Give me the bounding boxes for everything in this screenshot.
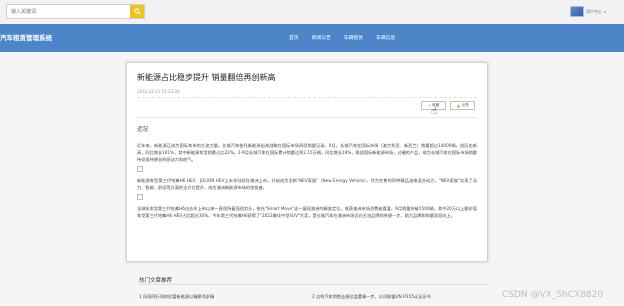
nav-vehicles[interactable]: 车辆信息 [376,34,395,41]
search-input[interactable] [7,5,130,18]
article-paragraph: 全球化车型第三代哈弗H6自去年上市以来一直保持着强劲势头，依托"Smart Mo… [137,206,477,218]
site-logo[interactable]: 汽车租赁管理系统 [0,32,52,42]
search-icon [133,8,141,15]
divider [137,97,477,98]
hand-cursor-icon: ☝ [431,106,438,117]
nav-home[interactable]: 首页 [289,34,299,41]
article-date: 2022-12-11 15:23:30 [137,89,180,94]
article-card: 新能源占比稳步提升 销量翻倍再创新高 2022-12-11 15:23:30 ☆… [126,62,488,262]
broken-image-icon [137,166,143,172]
like-button[interactable]: 👍 点赞 [450,101,475,110]
divider [137,117,477,118]
recommended-item[interactable]: 2 吉利汽车销售业绩总监董事一步，公司联盟UN R155认证证书 [312,294,431,300]
search-button[interactable] [130,5,144,18]
header: 汽车租赁管理系统 首页 新闻公告 车辆租赁 车辆信息 [0,24,624,52]
chevron-down-icon: ▾ [604,9,607,14]
main-nav: 首页 新闻公告 车辆租赁 车辆信息 [289,34,395,41]
nav-rental[interactable]: 车辆租赁 [344,34,363,41]
recommended-title: 热门文章推荐 [139,278,173,284]
divider [139,284,489,285]
recommended-item[interactable]: 1 风雨同行同的民富新能源以精耕而求精 [139,294,214,300]
thumb-up-icon: 👍 [456,103,461,108]
search-box [6,4,145,19]
broken-image-icon [137,194,143,200]
article-paragraph: 近年来，新能源正成为国际车市的主流力量。长城汽车依托新能源出海战略在国际市场再续… [137,143,477,162]
nav-news[interactable]: 新闻公告 [312,34,331,41]
section-title: 近况 [137,127,149,133]
avatar [570,6,584,17]
watermark: CSDN @VX_ShCX8820 [502,290,604,300]
user-name: 用户中心 [586,8,602,14]
article-content: 近况 近年来，新能源正成为国际车市的主流力量。长城汽车依托新能源出海战略在国际市… [137,127,477,222]
top-bar: 用户中心 ▾ [0,0,624,24]
article-paragraph: 新能源车型第三代哈弗H6 HEV、JOLION HEV上半年陆续在澳洲上市，开始… [137,178,477,190]
like-label: 点赞 [461,103,469,107]
user-menu[interactable]: 用户中心 ▾ [570,6,606,17]
article-title: 新能源占比稳步提升 销量翻倍再创新高 [137,73,276,82]
article-actions: ☆ 收藏 👍 点赞 [421,101,475,110]
